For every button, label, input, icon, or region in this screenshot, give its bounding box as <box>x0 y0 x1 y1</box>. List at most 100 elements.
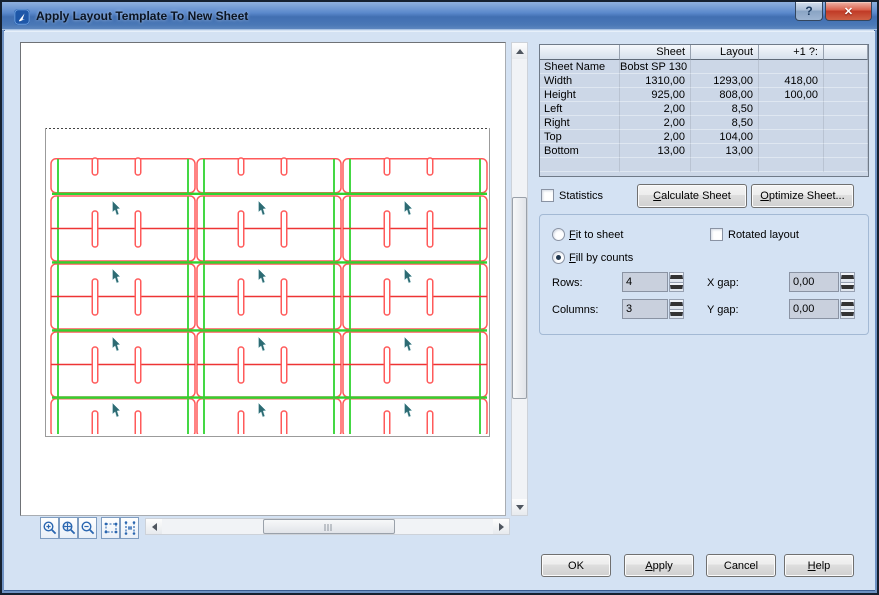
cell <box>824 88 868 102</box>
statistics-label: Statistics <box>559 190 603 202</box>
scroll-up-button[interactable] <box>512 43 527 59</box>
zoom-extents-icon <box>61 520 77 536</box>
window-title: Apply Layout Template To New Sheet <box>36 2 248 30</box>
cell-layout-top[interactable]: 104,00 <box>691 130 759 144</box>
statistics-checkbox[interactable] <box>541 189 554 202</box>
help-caption-button[interactable]: ? <box>795 2 823 21</box>
zoom-in-icon <box>42 520 58 536</box>
cell-layout-width[interactable]: 1293,00 <box>691 74 759 88</box>
cell <box>824 74 868 88</box>
zoom-out-icon <box>80 520 96 536</box>
spin-up-button[interactable] <box>840 299 855 310</box>
dialog-apply-layout-template: Apply Layout Template To New Sheet ? ✕ <box>0 0 879 595</box>
scroll-left-button[interactable] <box>146 519 162 534</box>
xgap-input[interactable] <box>789 272 839 292</box>
fit-to-sheet-radio[interactable] <box>552 228 565 241</box>
cell-plus1-height[interactable]: 100,00 <box>759 88 824 102</box>
spin-down-button[interactable] <box>840 283 855 293</box>
preview-horizontal-scrollbar[interactable] <box>145 518 510 535</box>
spin-down-icon <box>670 285 683 289</box>
arrow-left-icon <box>152 523 157 531</box>
spin-up-button[interactable] <box>669 299 684 310</box>
rows-label: Rows: <box>552 277 583 289</box>
measure-gap-button[interactable] <box>120 517 139 539</box>
zoom-extents-button[interactable] <box>59 517 78 539</box>
layout-preview[interactable] <box>20 42 506 516</box>
cancel-button[interactable]: Cancel <box>706 554 776 577</box>
ygap-spinner[interactable] <box>840 299 855 319</box>
spin-up-button[interactable] <box>840 272 855 283</box>
zoom-out-button[interactable] <box>78 517 97 539</box>
close-button[interactable]: ✕ <box>825 2 872 21</box>
help-label: Help <box>808 560 831 572</box>
cell <box>824 116 868 130</box>
cell-sheet-width[interactable]: 1310,00 <box>620 74 691 88</box>
cell <box>540 158 620 172</box>
xgap-spinner[interactable] <box>840 272 855 292</box>
fill-by-counts-radio[interactable] <box>552 251 565 264</box>
scroll-right-button[interactable] <box>493 519 509 534</box>
cell[interactable] <box>759 60 824 74</box>
cell <box>824 60 868 74</box>
rotated-layout-checkbox[interactable] <box>710 228 723 241</box>
rows-spinner[interactable] <box>669 272 684 292</box>
measure-gap-icon <box>122 520 138 536</box>
arrow-right-icon <box>499 523 504 531</box>
preview-vertical-scrollbar[interactable] <box>511 42 528 516</box>
cell-sheet-right[interactable]: 2,00 <box>620 116 691 130</box>
measure-sheet-button[interactable] <box>101 517 120 539</box>
ygap-input[interactable] <box>789 299 839 319</box>
spin-down-button[interactable] <box>669 310 684 320</box>
vertical-scroll-thumb[interactable] <box>512 197 527 399</box>
table-header-empty <box>824 45 868 60</box>
help-button[interactable]: Help <box>784 554 854 577</box>
spin-up-button[interactable] <box>669 272 684 283</box>
table-header-layout: Layout <box>691 45 759 60</box>
cell[interactable] <box>759 130 824 144</box>
scroll-down-button[interactable] <box>512 499 527 515</box>
cell-sheet-bottom[interactable]: 13,00 <box>620 144 691 158</box>
cell-layout-right[interactable]: 8,50 <box>691 116 759 130</box>
cell-layout-left[interactable]: 8,50 <box>691 102 759 116</box>
calculate-sheet-label: Calculate Sheet <box>653 190 731 202</box>
spin-down-button[interactable] <box>669 283 684 293</box>
fill-by-counts-label[interactable]: Fill by counts <box>569 252 633 264</box>
measure-sheet-icon <box>103 520 119 536</box>
rotated-layout-label[interactable]: Rotated layout <box>728 229 799 241</box>
cell[interactable] <box>759 116 824 130</box>
zoom-in-button[interactable] <box>40 517 59 539</box>
layout-options-group: Fit to sheet Rotated layout Fill by coun… <box>539 214 869 335</box>
cell-plus1-width[interactable]: 418,00 <box>759 74 824 88</box>
title-bar[interactable]: Apply Layout Template To New Sheet <box>2 2 877 30</box>
cell-sheet-top[interactable]: 2,00 <box>620 130 691 144</box>
cell-sheet-name[interactable]: Bobst SP 130 <box>620 60 691 74</box>
cell-layout-bottom[interactable]: 13,00 <box>691 144 759 158</box>
spin-down-icon <box>841 285 854 289</box>
sheet-properties-table: Sheet Layout +1 ?: Sheet Name Bobst SP 1… <box>539 44 869 177</box>
ygap-label: Y gap: <box>707 304 739 316</box>
cell[interactable] <box>759 144 824 158</box>
table-header-sheet: Sheet <box>620 45 691 60</box>
apply-button[interactable]: Apply <box>624 554 694 577</box>
cell[interactable] <box>691 60 759 74</box>
cancel-label: Cancel <box>724 560 758 572</box>
horizontal-scroll-thumb[interactable] <box>263 519 395 534</box>
row-label: Top <box>540 130 620 144</box>
optimize-sheet-button[interactable]: Optimize Sheet... <box>751 184 854 208</box>
spin-up-icon <box>841 302 854 306</box>
calculate-sheet-button[interactable]: Calculate Sheet <box>637 184 747 208</box>
arrow-up-icon <box>516 49 524 54</box>
spin-down-icon <box>670 312 683 316</box>
cell[interactable] <box>759 102 824 116</box>
cell-sheet-left[interactable]: 2,00 <box>620 102 691 116</box>
fit-to-sheet-label[interactable]: Fit to sheet <box>569 229 623 241</box>
ok-button[interactable]: OK <box>541 554 611 577</box>
columns-input[interactable] <box>622 299 668 319</box>
cell-layout-height[interactable]: 808,00 <box>691 88 759 102</box>
columns-spinner[interactable] <box>669 299 684 319</box>
row-label: Width <box>540 74 620 88</box>
rows-input[interactable] <box>622 272 668 292</box>
cell-sheet-height[interactable]: 925,00 <box>620 88 691 102</box>
spin-down-button[interactable] <box>840 310 855 320</box>
cell <box>691 158 759 172</box>
